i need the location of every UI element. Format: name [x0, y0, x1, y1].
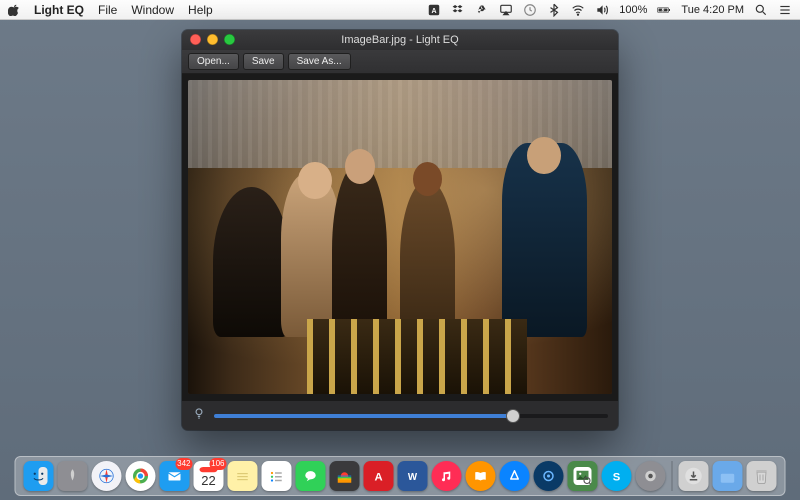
menu-app-name[interactable]: Light EQ: [34, 3, 84, 17]
window-minimize[interactable]: [207, 34, 218, 45]
dock-mail[interactable]: 342: [160, 461, 190, 491]
dock-safari[interactable]: [92, 461, 122, 491]
adobe-cc-icon[interactable]: A: [427, 3, 441, 17]
airplay-icon[interactable]: [499, 3, 513, 17]
svg-text:W: W: [408, 472, 418, 483]
svg-text:S: S: [613, 472, 621, 484]
exposure-icon: [192, 406, 206, 425]
dock-lighteq[interactable]: [534, 461, 564, 491]
apple-menu[interactable]: [8, 4, 20, 16]
titlebar[interactable]: ImageBar.jpg - Light EQ: [182, 30, 618, 50]
edited-image: [188, 80, 612, 394]
window-zoom[interactable]: [224, 34, 235, 45]
window-title: ImageBar.jpg - Light EQ: [341, 34, 458, 46]
menu-file[interactable]: File: [98, 3, 117, 17]
dock-photobooth[interactable]: [330, 461, 360, 491]
volume-icon[interactable]: [595, 3, 609, 17]
gdrive-status-icon[interactable]: [475, 3, 489, 17]
dock-preview[interactable]: [568, 461, 598, 491]
dock-reminders[interactable]: [262, 461, 292, 491]
dock-itunes[interactable]: [432, 461, 462, 491]
wifi-icon[interactable]: [571, 3, 585, 17]
save-button[interactable]: Save: [243, 53, 284, 70]
dock-settings[interactable]: [636, 461, 666, 491]
dock-badge: 342: [175, 458, 192, 470]
window-close[interactable]: [190, 34, 201, 45]
svg-text:A: A: [374, 472, 382, 484]
dock-downloads[interactable]: [679, 461, 709, 491]
app-window: ImageBar.jpg - Light EQ Open... Save Sav…: [182, 30, 618, 430]
notification-center-icon[interactable]: [778, 3, 792, 17]
dock-badge: 106: [209, 458, 226, 470]
open-button[interactable]: Open...: [188, 53, 239, 70]
dock-finder[interactable]: [24, 461, 54, 491]
dock-calendar[interactable]: 22106: [194, 461, 224, 491]
dock-adobe[interactable]: A: [364, 461, 394, 491]
bluetooth-icon[interactable]: [547, 3, 561, 17]
dock: 34222106 A W S: [15, 456, 786, 496]
dock-skype[interactable]: S: [602, 461, 632, 491]
dock-separator: [672, 461, 673, 491]
svg-text:A: A: [432, 7, 437, 14]
battery-icon[interactable]: [657, 3, 671, 17]
saveas-button[interactable]: Save As...: [288, 53, 351, 70]
battery-percent: 100%: [619, 4, 647, 16]
menubar: Light EQ File Window Help A 100% Tue 4:2…: [0, 0, 800, 20]
menubar-clock[interactable]: Tue 4:20 PM: [681, 4, 744, 16]
dock-ibooks[interactable]: [466, 461, 496, 491]
dock-notes[interactable]: [228, 461, 258, 491]
toolbar: Open... Save Save As...: [182, 50, 618, 74]
slider-fill: [214, 414, 513, 418]
menu-window[interactable]: Window: [131, 3, 174, 17]
exposure-slider[interactable]: [214, 414, 608, 418]
dock-word[interactable]: W: [398, 461, 428, 491]
menu-help[interactable]: Help: [188, 3, 213, 17]
dock-folder[interactable]: [713, 461, 743, 491]
dock-trash[interactable]: [747, 461, 777, 491]
dropbox-status-icon[interactable]: [451, 3, 465, 17]
timemachine-icon[interactable]: [523, 3, 537, 17]
adjustment-bar: [182, 400, 618, 430]
slider-thumb[interactable]: [507, 410, 519, 422]
dock-launchpad[interactable]: [58, 461, 88, 491]
dock-appstore[interactable]: [500, 461, 530, 491]
dock-chrome[interactable]: [126, 461, 156, 491]
spotlight-icon[interactable]: [754, 3, 768, 17]
image-canvas: [182, 74, 618, 400]
dock-messages[interactable]: [296, 461, 326, 491]
